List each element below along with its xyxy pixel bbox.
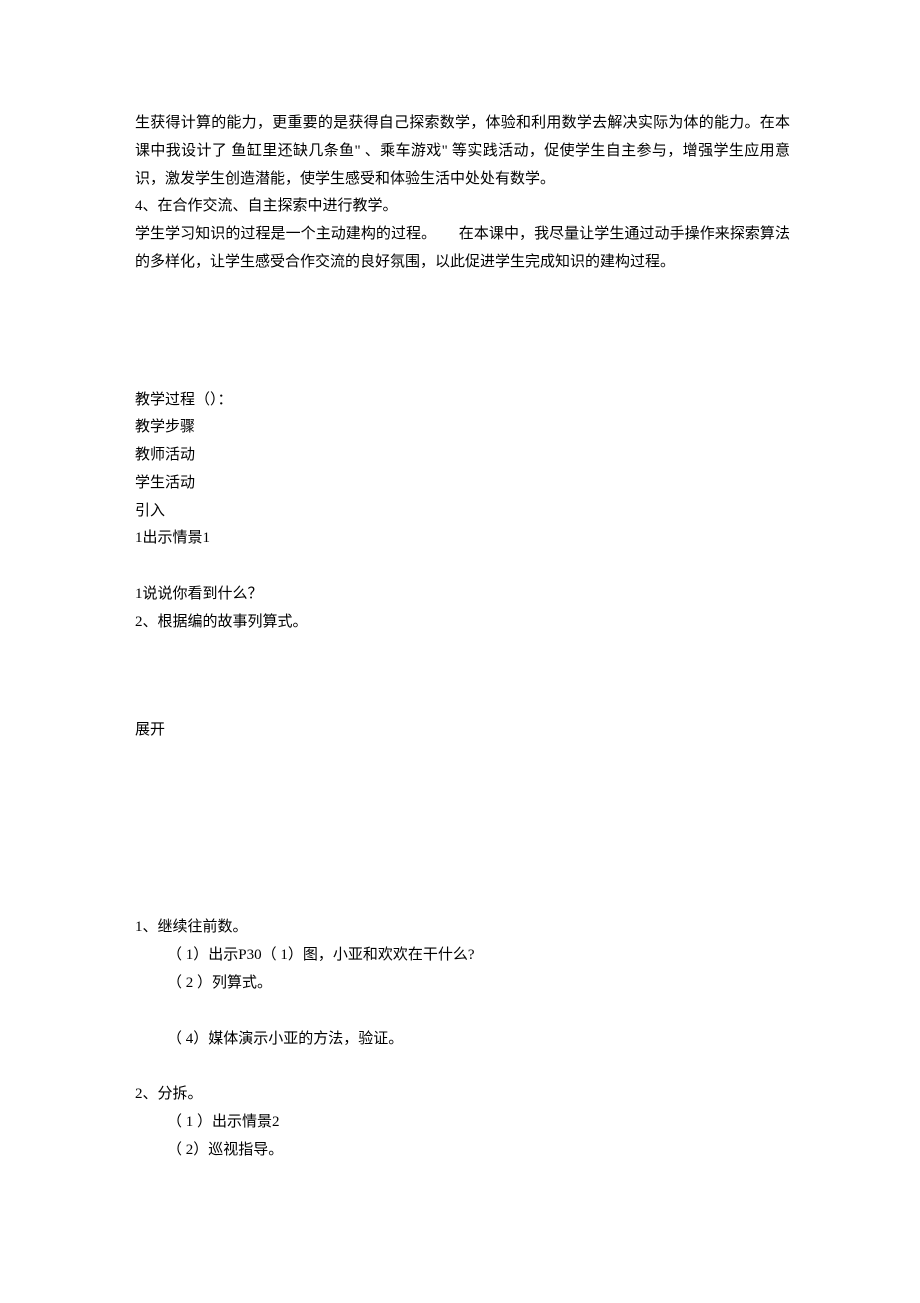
item-1-sub4: （ 4）媒体演示小亚的方法，验证。 xyxy=(135,1026,790,1054)
question-2: 2、根据编的故事列算式。 xyxy=(135,609,790,637)
steps-label: 教学步骤 xyxy=(135,414,790,442)
show-scene-1: 1出示情景1 xyxy=(135,525,790,553)
teacher-label: 教师活动 xyxy=(135,442,790,470)
paragraph-2: 学生学习知识的过程是一个主动建构的过程。 在本课中，我尽量让学生通过动手操作来探… xyxy=(135,221,790,277)
heading-4: 4、在合作交流、自主探索中进行教学。 xyxy=(135,193,790,221)
intro-label: 引入 xyxy=(135,498,790,526)
student-label: 学生活动 xyxy=(135,470,790,498)
paragraph-1: 生获得计算的能力，更重要的是获得自己探索数学，体验和利用数学去解决实际为体的能力… xyxy=(135,110,790,193)
item-1-sub1: （ 1）出示P30（ 1）图，小亚和欢欢在干什么? xyxy=(135,942,790,970)
expand-label: 展开 xyxy=(135,717,790,745)
item-2-sub1: （ 1 ）出示情景2 xyxy=(135,1109,790,1137)
item-2-head: 2、分拆。 xyxy=(135,1081,790,1109)
item-1-head: 1、继续往前数。 xyxy=(135,914,790,942)
item-2-sub2: （ 2）巡视指导。 xyxy=(135,1137,790,1165)
item-1-sub2: （ 2 ）列算式。 xyxy=(135,970,790,998)
process-heading: 教学过程（）： xyxy=(135,387,790,415)
question-1: 1说说你看到什么？ xyxy=(135,581,790,609)
